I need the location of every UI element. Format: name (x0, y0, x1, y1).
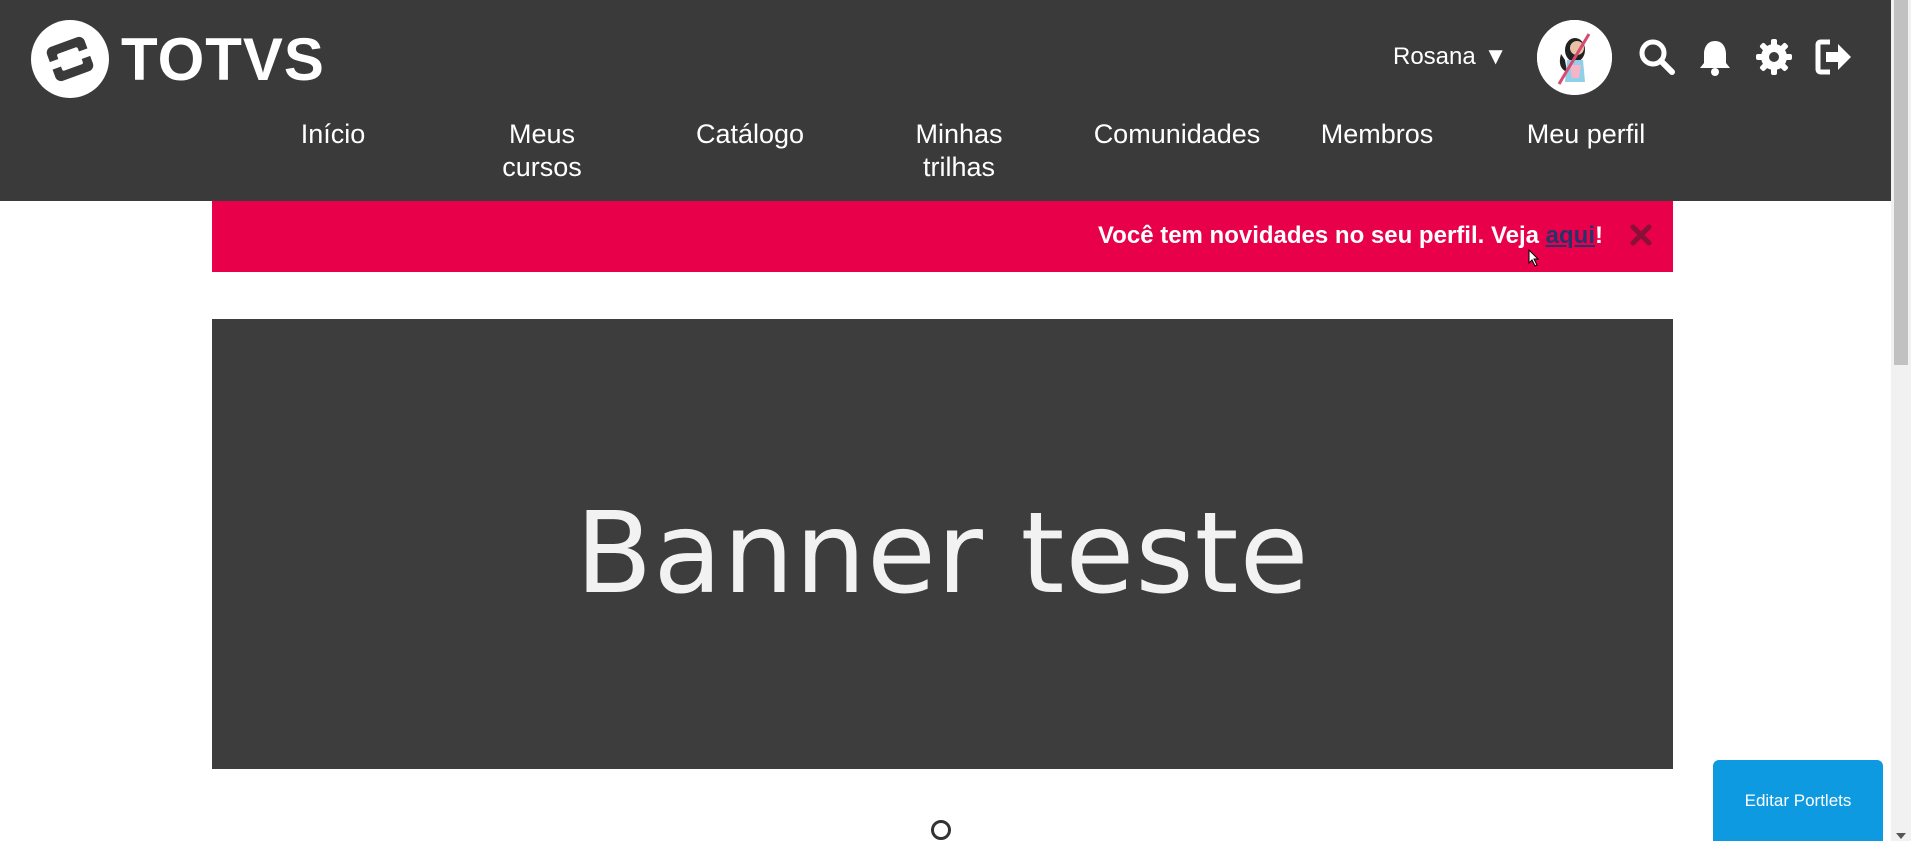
logo-text: TOTVS (121, 25, 325, 93)
avatar[interactable] (1537, 20, 1612, 95)
main-nav: Início Meus cursos Catálogo Minhas trilh… (0, 118, 1891, 198)
scrollbar-thumb[interactable] (1894, 0, 1908, 365)
scroll-down-arrow-icon[interactable] (1896, 833, 1906, 839)
gear-icon[interactable] (1755, 38, 1793, 76)
nav-item-catalogo[interactable]: Catálogo (675, 118, 825, 151)
logout-icon[interactable] (1815, 38, 1853, 76)
user-menu-caret: ▼ (1483, 43, 1508, 70)
alert-link[interactable]: aqui (1546, 222, 1595, 249)
avatar-image (1537, 20, 1612, 95)
banner[interactable]: Banner teste (212, 319, 1673, 769)
mouse-cursor-icon (1528, 249, 1540, 267)
user-menu[interactable]: Rosana ▼ (1393, 43, 1508, 71)
scrollbar[interactable] (1891, 0, 1911, 841)
nav-item-meus-cursos[interactable]: Meus cursos (487, 118, 597, 184)
carousel-indicator[interactable] (931, 820, 951, 840)
bell-icon[interactable] (1696, 38, 1734, 76)
close-icon[interactable] (1629, 223, 1653, 247)
totvs-logo-icon (31, 20, 109, 98)
nav-item-membros[interactable]: Membros (1307, 118, 1447, 151)
nav-item-minhas-trilhas[interactable]: Minhas trilhas (904, 118, 1014, 184)
search-icon[interactable] (1638, 38, 1676, 76)
alert-suffix: ! (1595, 222, 1603, 249)
alert-message: Você tem novidades no seu perfil. Veja a… (1098, 222, 1603, 250)
profile-news-alert: Você tem novidades no seu perfil. Veja a… (212, 201, 1673, 272)
alert-text: Você tem novidades no seu perfil. Veja (1097, 222, 1546, 249)
nav-item-meu-perfil[interactable]: Meu perfil (1506, 118, 1666, 151)
banner-title: Banner teste (575, 489, 1310, 619)
site-header: TOTVS Rosana ▼ Início Meus cursos Catálo… (0, 0, 1891, 201)
edit-portlets-button[interactable]: Editar Portlets (1713, 760, 1883, 841)
nav-item-comunidades[interactable]: Comunidades (1082, 118, 1272, 151)
totvs-logo[interactable]: TOTVS (29, 18, 325, 100)
nav-item-inicio[interactable]: Início (273, 118, 393, 151)
user-name: Rosana (1393, 43, 1476, 70)
